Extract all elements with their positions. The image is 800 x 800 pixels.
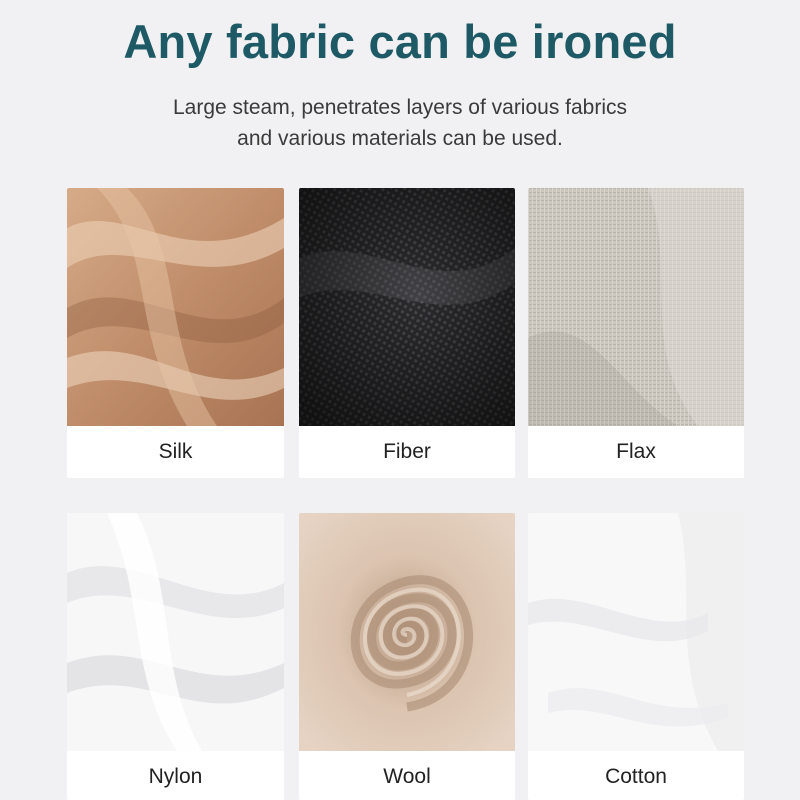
fabric-label-flax: Flax [616,440,656,463]
fabric-card-flax: Flax [528,188,744,478]
wool-swatch-image [299,513,515,751]
fabric-label-cotton: Cotton [605,765,667,788]
fabric-label-wool: Wool [383,765,431,788]
fabric-grid: Silk Fiber Flax Nylon Wool Cotton [0,0,800,800]
fabric-card-nylon: Nylon [67,513,284,800]
fabric-label-silk: Silk [158,440,193,463]
fabric-card-cotton: Cotton [528,513,744,800]
silk-swatch-image [67,188,284,426]
fabric-card-wool: Wool [299,513,515,800]
cotton-swatch-image [528,513,744,751]
flax-swatch-image [528,188,744,426]
fabric-card-silk: Silk [67,188,284,478]
fabric-label-fiber: Fiber [383,440,431,463]
nylon-swatch-image [67,513,284,751]
fabric-card-fiber: Fiber [299,188,515,478]
fabric-label-nylon: Nylon [148,765,203,788]
fiber-swatch-image [299,188,515,426]
